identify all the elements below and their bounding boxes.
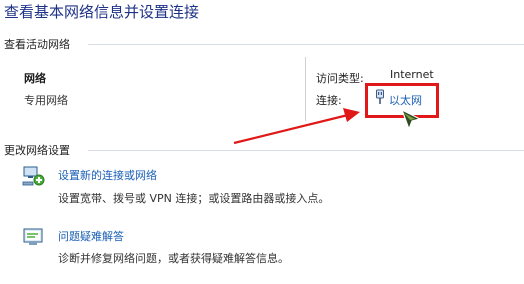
mouse-cursor-icon bbox=[400, 108, 422, 131]
access-type-label: 访问类型: bbox=[316, 72, 364, 85]
troubleshoot-link[interactable]: 问题疑难解答 bbox=[58, 228, 124, 244]
page-title: 查看基本网络信息并设置连接 bbox=[4, 3, 200, 21]
change-settings-heading: 更改网络设置 bbox=[4, 144, 70, 157]
red-arrow-annotation bbox=[233, 108, 360, 145]
setup-connection-link[interactable]: 设置新的连接或网络 bbox=[58, 167, 157, 183]
network-setup-icon bbox=[22, 166, 45, 186]
access-type-value: Internet bbox=[390, 68, 434, 81]
troubleshoot-icon bbox=[23, 228, 43, 245]
section-divider bbox=[88, 44, 524, 45]
setup-connection-description: 设置宽带、拨号或 VPN 连接；或设置路由器或接入点。 bbox=[58, 192, 330, 205]
troubleshoot-description: 诊断并修复网络问题，或者获得疑难解答信息。 bbox=[58, 252, 289, 265]
network-name: 网络 bbox=[24, 72, 46, 85]
active-networks-heading: 查看活动网络 bbox=[4, 38, 70, 51]
network-type: 专用网络 bbox=[24, 94, 68, 107]
section-divider bbox=[88, 150, 524, 151]
